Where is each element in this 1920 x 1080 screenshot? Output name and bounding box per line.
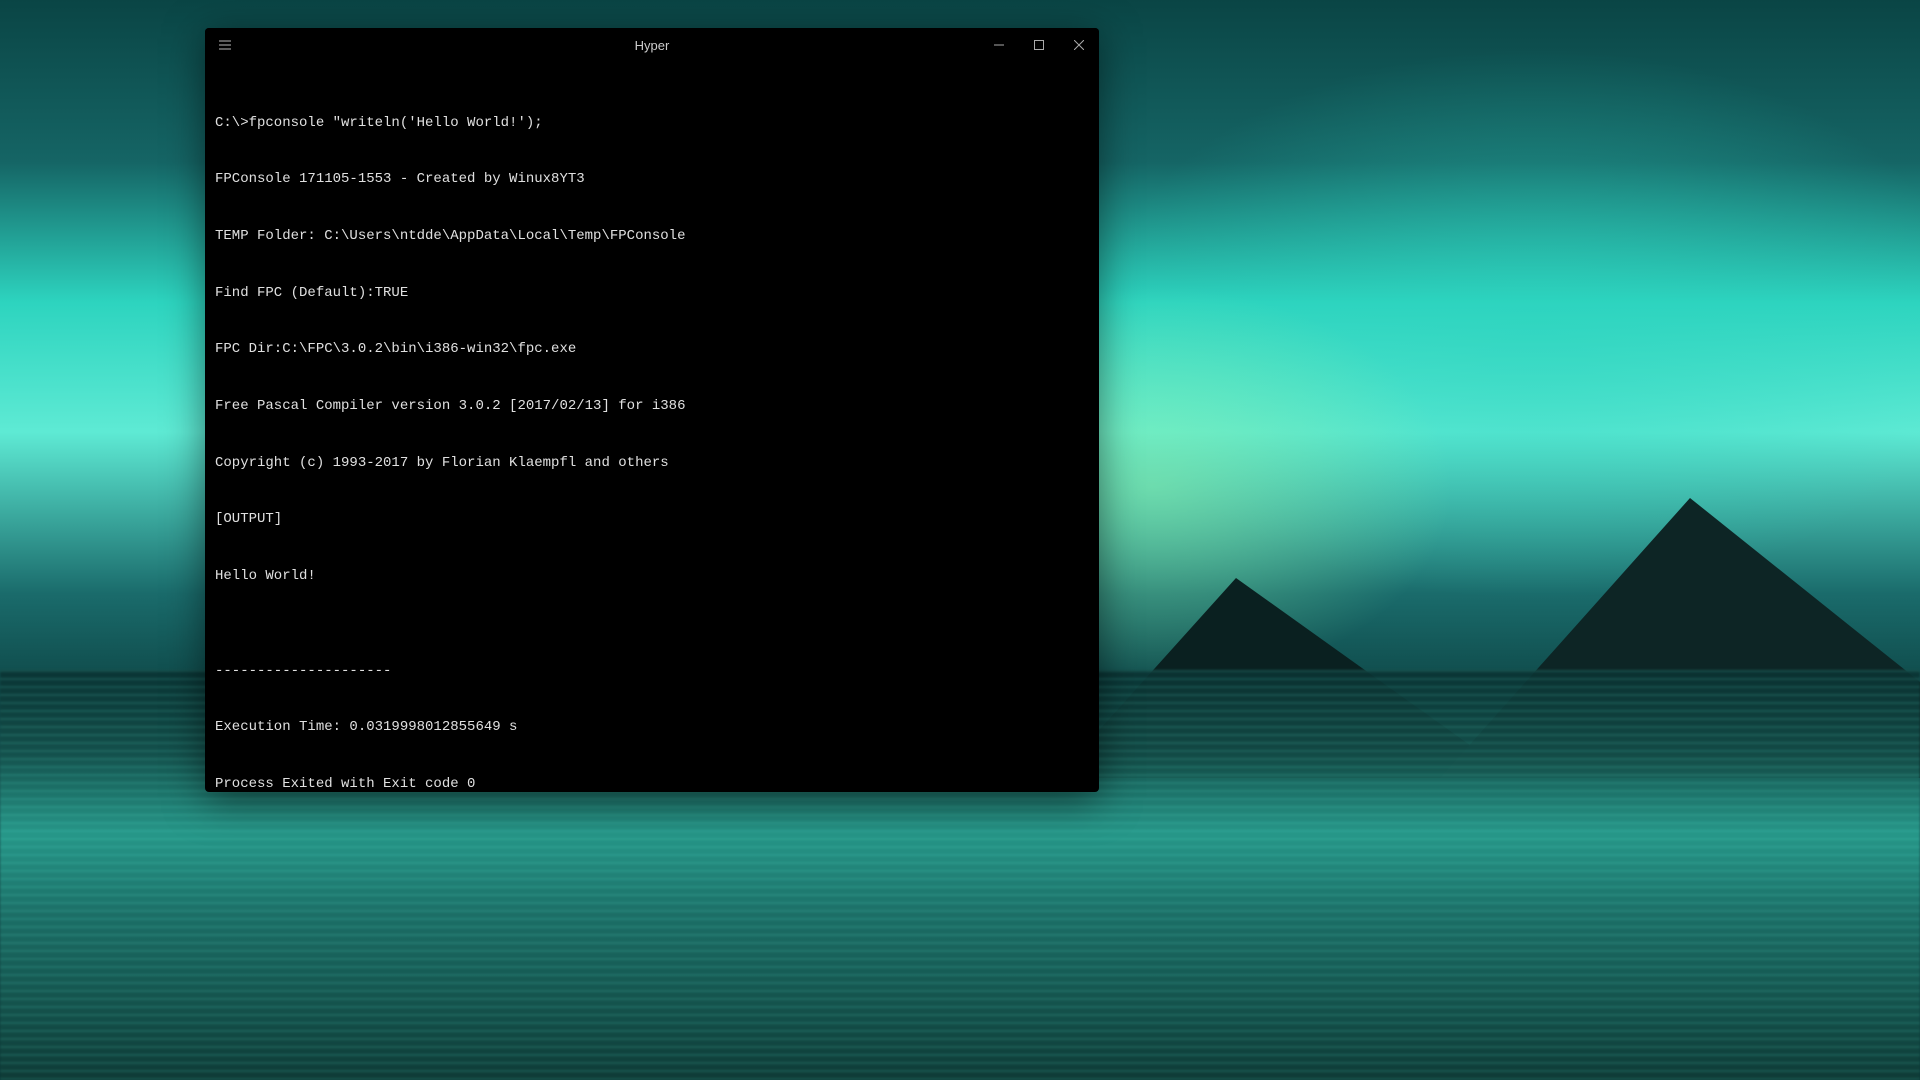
- terminal-line: C:\>fpconsole "writeln('Hello World!');: [215, 114, 1089, 133]
- window-controls: [979, 28, 1099, 62]
- terminal-line: Execution Time: 0.0319998012855649 s: [215, 718, 1089, 737]
- terminal-line: Copyright (c) 1993-2017 by Florian Klaem…: [215, 454, 1089, 473]
- terminal-body[interactable]: C:\>fpconsole "writeln('Hello World!'); …: [205, 62, 1099, 792]
- close-button[interactable]: [1059, 28, 1099, 62]
- terminal-line: Free Pascal Compiler version 3.0.2 [2017…: [215, 397, 1089, 416]
- terminal-window[interactable]: Hyper C:\>fpconsole "writeln('Hello Worl…: [205, 28, 1099, 792]
- maximize-button[interactable]: [1019, 28, 1059, 62]
- terminal-line: TEMP Folder: C:\Users\ntdde\AppData\Loca…: [215, 227, 1089, 246]
- minimize-button[interactable]: [979, 28, 1019, 62]
- terminal-line: [OUTPUT]: [215, 510, 1089, 529]
- window-title: Hyper: [635, 38, 670, 53]
- terminal-line: Process Exited with Exit code 0: [215, 775, 1089, 792]
- terminal-line: Hello World!: [215, 567, 1089, 586]
- terminal-line: ---------------------: [215, 662, 1089, 681]
- terminal-line: FPC Dir:C:\FPC\3.0.2\bin\i386-win32\fpc.…: [215, 340, 1089, 359]
- terminal-line: FPConsole 171105-1553 - Created by Winux…: [215, 170, 1089, 189]
- hamburger-menu-icon[interactable]: [205, 40, 245, 50]
- titlebar[interactable]: Hyper: [205, 28, 1099, 62]
- terminal-line: Find FPC (Default):TRUE: [215, 284, 1089, 303]
